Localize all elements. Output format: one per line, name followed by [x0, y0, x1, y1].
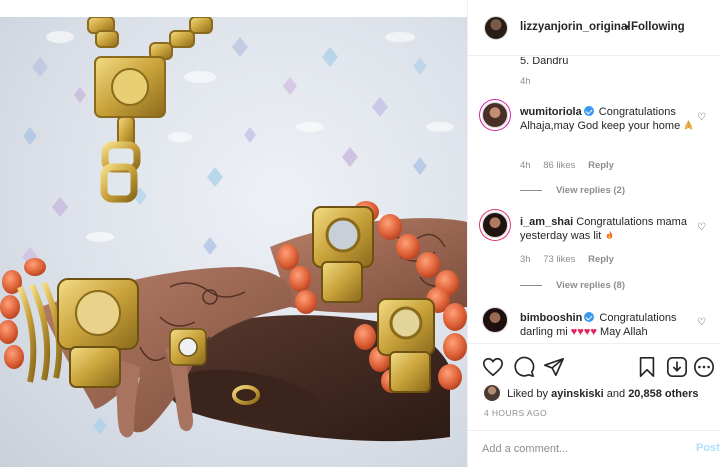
- share-icon[interactable]: [543, 356, 565, 378]
- comment-like-heart-icon[interactable]: ♡: [697, 112, 706, 123]
- commenter-avatar[interactable]: [482, 102, 508, 128]
- liked-by-and: and: [606, 388, 626, 400]
- comment-text-continued: May Allah: [599, 326, 648, 338]
- comments-list[interactable]: 5. Dandru 4h wumitoriola Congratulations…: [468, 57, 720, 343]
- red-hearts-icon: ♥♥♥♥: [570, 326, 597, 338]
- comment-meta: 3h 73 likes Reply: [520, 254, 624, 265]
- following-button[interactable]: Following: [631, 21, 685, 33]
- view-replies-button[interactable]: View replies (2): [520, 185, 625, 196]
- more-icon[interactable]: [693, 356, 715, 378]
- liker-avatar[interactable]: [484, 385, 500, 401]
- comment-username[interactable]: wumitoriola: [520, 106, 582, 118]
- liked-by-others[interactable]: 20,858 others: [628, 388, 698, 400]
- fire-icon: [607, 230, 613, 239]
- download-icon[interactable]: [666, 356, 688, 378]
- comment-time: 4h: [520, 76, 531, 87]
- commenter-avatar[interactable]: [482, 212, 508, 238]
- reply-button[interactable]: Reply: [588, 254, 614, 265]
- post-header: lizzyanjorin_original • Following: [468, 0, 720, 56]
- comment-username[interactable]: i_am_shai: [520, 216, 573, 228]
- view-replies-button[interactable]: View replies (8): [520, 280, 625, 291]
- verified-icon: [583, 106, 594, 116]
- praying-hands-icon: [685, 120, 693, 130]
- post-button[interactable]: Post: [696, 442, 720, 454]
- comment-item: i_am_shai Congratulations mama yesterday…: [520, 215, 700, 243]
- comment-time: 3h: [520, 254, 531, 265]
- add-comment-bar: Post: [468, 430, 720, 467]
- post-photo[interactable]: [0, 17, 467, 467]
- comment-meta: 4h 86 likes Reply: [520, 160, 624, 171]
- truncated-comment-text: 5. Dandru: [520, 57, 569, 67]
- heart-icon[interactable]: [482, 356, 504, 378]
- comment-icon[interactable]: [513, 356, 535, 378]
- post-timestamp[interactable]: 4 HOURS AGO: [484, 408, 547, 418]
- comment-item: wumitoriola Congratulations Alhaja,may G…: [520, 105, 700, 133]
- liked-by-user[interactable]: ayinskiski: [551, 388, 604, 400]
- liked-by-prefix: Liked by: [507, 388, 549, 400]
- comment-like-heart-icon[interactable]: ♡: [697, 317, 706, 328]
- post-side-panel: lizzyanjorin_original • Following 5. Dan…: [467, 0, 720, 467]
- wedding-hands-image: [0, 17, 467, 442]
- liked-by-summary: Liked by ayinskiski and 20,858 others: [484, 385, 699, 401]
- truncated-comment-time: 4h: [520, 76, 541, 87]
- comment-likes[interactable]: 86 likes: [543, 160, 575, 171]
- author-avatar[interactable]: [484, 16, 508, 40]
- comment-item: bimbooshin Congratulations darling mi ♥♥…: [520, 311, 700, 339]
- comment-input[interactable]: [482, 440, 672, 458]
- bookmark-icon[interactable]: [636, 356, 658, 378]
- comment-like-heart-icon[interactable]: ♡: [697, 222, 706, 233]
- comment-username[interactable]: bimbooshin: [520, 312, 582, 324]
- commenter-avatar[interactable]: [482, 307, 508, 333]
- verified-icon: [584, 312, 595, 322]
- header-separator: •: [625, 20, 630, 34]
- reply-button[interactable]: Reply: [588, 160, 614, 171]
- comment-time: 4h: [520, 160, 531, 171]
- author-username[interactable]: lizzyanjorin_original: [520, 21, 631, 33]
- comment-likes[interactable]: 73 likes: [543, 254, 575, 265]
